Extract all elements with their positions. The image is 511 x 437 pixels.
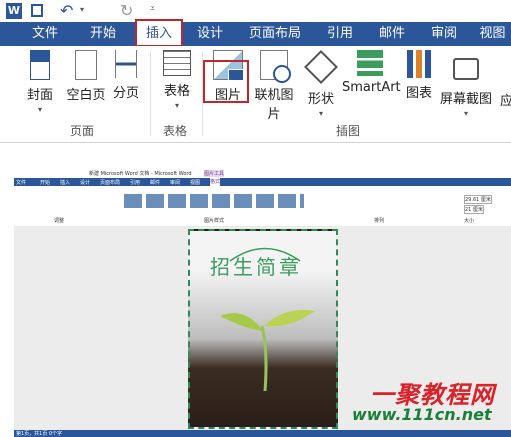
shapes-button[interactable]: 形状 ▾ xyxy=(302,50,340,118)
tab-view[interactable]: 视图 xyxy=(474,22,511,46)
customize-qat-icon[interactable]: ⩡ xyxy=(150,4,155,14)
mini-tab-design[interactable]: 设计 xyxy=(80,179,90,186)
smartart-icon xyxy=(357,50,383,76)
shapes-icon xyxy=(304,50,338,84)
chevron-down-icon: ▾ xyxy=(37,105,42,114)
tab-references[interactable]: 引用 xyxy=(318,22,362,46)
mini-ribbon-format: 调整 图片样式 排列 大小 29.61 厘米 21 厘米 xyxy=(14,186,511,227)
shapes-label: 形状 xyxy=(307,92,334,107)
apps-label: 应 xyxy=(500,94,511,109)
mini-group-arrange: 排列 xyxy=(374,218,385,224)
online-picture-icon xyxy=(260,50,291,83)
undo-icon[interactable]: ↶ xyxy=(60,1,73,20)
tab-mailings[interactable]: 邮件 xyxy=(370,22,414,46)
word-icon[interactable]: W xyxy=(6,3,22,19)
tab-review[interactable]: 审阅 xyxy=(422,22,466,46)
mini-width-field[interactable]: 21 厘米 xyxy=(464,205,484,214)
blank-page-label: 空白页 xyxy=(66,88,106,103)
group-label-illustrations: 插图 xyxy=(336,124,361,138)
chart-icon xyxy=(407,50,431,78)
mini-tab-file[interactable]: 文件 xyxy=(16,179,26,186)
screenshot-button[interactable]: 屏幕截图 ▾ xyxy=(438,50,494,118)
insert-tab-highlight xyxy=(135,19,183,47)
mini-tab-insert[interactable]: 插入 xyxy=(60,179,70,186)
ribbon-insert: 封面 ▾ 空白页 分页 页面 表格 ▾ 表格 图片 联机图片 形状 ▾ Smar… xyxy=(0,46,511,143)
mini-tab-view[interactable]: 视图 xyxy=(190,179,200,186)
mini-tab-layout[interactable]: 页面布局 xyxy=(100,179,120,186)
inserted-picture[interactable]: 招生简章 xyxy=(188,229,338,429)
mini-tab-review[interactable]: 审阅 xyxy=(170,179,180,186)
mini-tab-references[interactable]: 引用 xyxy=(130,179,140,186)
mini-group-adjust: 调整 xyxy=(54,218,65,224)
apps-button[interactable]: 应 xyxy=(500,90,511,109)
online-picture-label: 联机图片 xyxy=(254,88,294,122)
tab-home[interactable]: 开始 xyxy=(80,22,126,46)
page-break-label: 分页 xyxy=(112,86,139,101)
cover-page-button[interactable]: 封面 ▾ xyxy=(20,50,60,114)
chart-button[interactable]: 图表 xyxy=(402,50,436,101)
chevron-down-icon[interactable]: ▾ xyxy=(80,5,84,14)
mini-title-bar: 新建 Microsoft Word 文档 - Microsoft Word 图片… xyxy=(14,170,511,178)
table-icon xyxy=(163,50,191,76)
picture-button-highlight xyxy=(203,60,249,103)
tab-page-layout[interactable]: 页面布局 xyxy=(240,22,310,46)
group-separator xyxy=(150,52,151,136)
mini-group-picture-styles: 图片样式 xyxy=(204,218,225,224)
page-break-icon xyxy=(115,50,137,78)
mini-status-bar: 第1页，共1页 0个字 xyxy=(14,430,511,437)
table-label: 表格 xyxy=(163,84,190,99)
screenshot-label: 屏幕截图 xyxy=(439,92,492,107)
group-label-tables: 表格 xyxy=(163,124,188,138)
mini-tool-tab: 图片工具 xyxy=(204,170,225,177)
mini-height-field[interactable]: 29.61 厘米 xyxy=(464,195,492,204)
title-bar: W ↶ ▾ ↻ ⩡ xyxy=(0,0,511,22)
mini-tab-home[interactable]: 开始 xyxy=(40,179,50,186)
tab-design[interactable]: 设计 xyxy=(188,22,232,46)
chevron-down-icon: ▾ xyxy=(463,109,468,118)
mini-status-text: 第1页，共1页 0个字 xyxy=(16,431,63,437)
mini-group-size: 大小 xyxy=(464,218,475,224)
page-break-button[interactable]: 分页 xyxy=(108,50,144,101)
site-watermark-url: www.111cn.net xyxy=(352,405,492,424)
screenshot-icon xyxy=(453,58,479,80)
chevron-down-icon: ▾ xyxy=(318,109,323,118)
mini-tab-mailings[interactable]: 邮件 xyxy=(150,179,160,186)
tab-file[interactable]: 文件 xyxy=(20,22,70,46)
document-heading: 招生简章 xyxy=(210,255,302,279)
ribbon-tabs: 文件 开始 插入 设计 页面布局 引用 邮件 审阅 视图 xyxy=(0,22,511,48)
blank-page-icon xyxy=(75,50,97,80)
table-button[interactable]: 表格 ▾ xyxy=(158,50,196,110)
chart-label: 图表 xyxy=(405,86,432,101)
mini-tab-format[interactable]: 格式 xyxy=(210,178,221,186)
chevron-down-icon: ▾ xyxy=(174,101,179,110)
cover-page-icon xyxy=(30,50,50,80)
smartart-button[interactable]: SmartArt xyxy=(342,50,401,95)
blank-page-button[interactable]: 空白页 xyxy=(64,50,108,103)
cover-page-label: 封面 xyxy=(26,88,53,103)
smartart-label: SmartArt xyxy=(342,80,401,95)
online-picture-button[interactable]: 联机图片 xyxy=(249,50,299,122)
redo-icon[interactable]: ↻ xyxy=(120,1,133,20)
group-label-pages: 页面 xyxy=(70,124,95,138)
mini-ribbon-tabs: 文件 开始 插入 设计 页面布局 引用 邮件 审阅 视图 格式 xyxy=(14,178,511,186)
save-icon[interactable] xyxy=(31,4,43,17)
mini-window-title: 新建 Microsoft Word 文档 - Microsoft Word xyxy=(89,171,192,177)
picture-styles-gallery[interactable] xyxy=(124,194,304,208)
